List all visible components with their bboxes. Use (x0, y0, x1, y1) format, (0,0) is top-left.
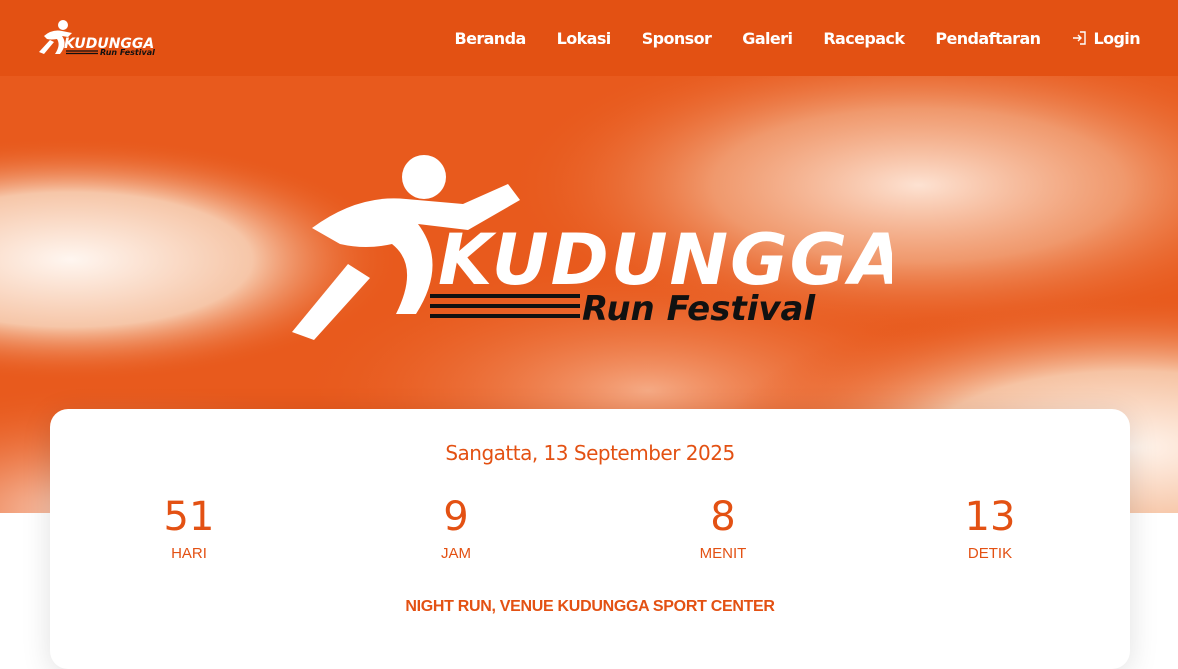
countdown-value: 9 (443, 494, 469, 540)
login-icon (1073, 31, 1087, 45)
countdown-days: 51 HARI (129, 493, 249, 565)
brand-logo[interactable]: KUDUNGGA Run Festival (38, 16, 168, 60)
countdown-value: 51 (163, 494, 215, 540)
countdown: 51 HARI 9 JAM 8 MENIT 13 DETIK (50, 493, 1130, 563)
countdown-label: MENIT (699, 545, 747, 562)
event-venue-note: NIGHT RUN, VENUE KUDUNGGA SPORT CENTER (405, 598, 775, 615)
countdown-value: 8 (710, 494, 736, 540)
nav-link-sponsor[interactable]: Sponsor (642, 29, 712, 48)
countdown-value: 13 (964, 494, 1016, 540)
countdown-seconds: 13 DETIK (930, 493, 1050, 565)
hero-event-logo: KUDUNGGA Run Festival (292, 155, 892, 340)
hero-logo-subtitle: Run Festival (582, 289, 816, 329)
brand-subtitle: Run Festival (100, 48, 155, 57)
nav-link-galeri[interactable]: Galeri (742, 29, 793, 48)
nav-link-lokasi[interactable]: Lokasi (557, 29, 612, 48)
countdown-label: DETIK (967, 545, 1013, 562)
navbar: KUDUNGGA Run Festival Beranda Lokasi Spo… (0, 0, 1178, 76)
event-date: Sangatta, 13 September 2025 (445, 441, 735, 465)
login-button[interactable]: Login (1071, 28, 1141, 48)
nav-link-pendaftaran[interactable]: Pendaftaran (935, 29, 1041, 48)
runner-logo-icon: KUDUNGGA Run Festival (39, 20, 155, 57)
event-countdown-card: Sangatta, 13 September 2025 51 HARI 9 JA… (50, 409, 1130, 669)
login-label: Login (1093, 28, 1140, 48)
runner-leg-icon (292, 264, 370, 340)
nav-link-beranda[interactable]: Beranda (454, 29, 526, 48)
nav-link-racepack[interactable]: Racepack (823, 29, 905, 48)
main-nav: Beranda Lokasi Sponsor Galeri Racepack P… (423, 29, 1140, 48)
countdown-label: HARI (171, 545, 207, 562)
countdown-label: JAM (441, 545, 471, 562)
countdown-minutes: 8 MENIT (663, 493, 783, 565)
runner-head-icon (402, 155, 446, 199)
countdown-hours: 9 JAM (396, 493, 516, 565)
